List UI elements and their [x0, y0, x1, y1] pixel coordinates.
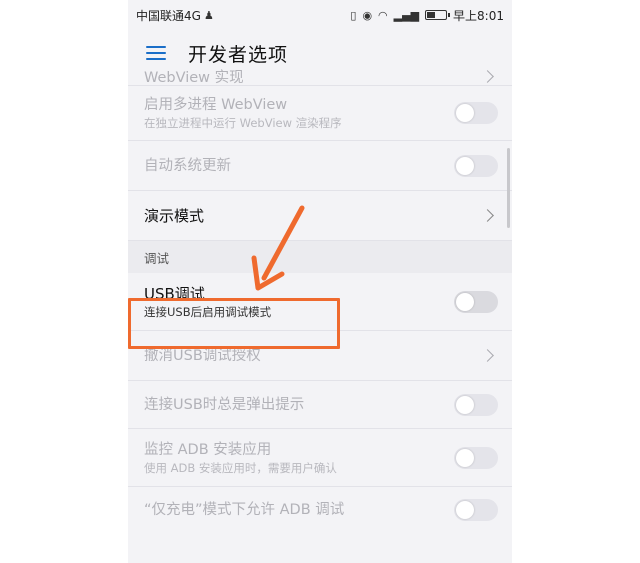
menu-icon[interactable]	[146, 45, 166, 61]
notification-icon: ♟	[203, 8, 214, 22]
adb-monitor-toggle[interactable]	[454, 446, 498, 469]
usb-prompt-toggle[interactable]	[454, 393, 498, 416]
page-title: 开发者选项	[188, 43, 289, 66]
row-charge-only-adb[interactable]: “仅充电”模式下允许 ADB 调试	[128, 487, 512, 533]
multiprocess-toggle[interactable]	[454, 102, 498, 124]
auto-update-toggle[interactable]	[454, 154, 498, 177]
row-subtitle: 使用 ADB 安装应用时，需要用户确认	[144, 460, 337, 475]
row-subtitle: 在独立进程中运行 WebView 渲染程序	[144, 116, 342, 130]
section-header-debug: 调试	[128, 241, 512, 273]
row-title: 连接USB时总是弹出提示	[144, 396, 305, 413]
row-title: 监控 ADB 安装应用	[144, 441, 272, 458]
row-title: WebView 实现	[144, 70, 244, 86]
usb-debugging-toggle[interactable]	[454, 290, 498, 313]
row-title: “仅充电”模式下允许 ADB 调试	[144, 502, 345, 518]
annotation-highlight-box	[128, 298, 340, 349]
chevron-right-icon	[481, 349, 494, 362]
scrollbar[interactable]	[507, 148, 510, 228]
row-auto-update[interactable]: 自动系统更新	[128, 141, 512, 191]
row-usb-prompt[interactable]: 连接USB时总是弹出提示	[128, 381, 512, 429]
vibrate-icon: ▯	[350, 8, 357, 22]
row-webview-impl[interactable]: WebView 实现	[128, 66, 512, 86]
chevron-right-icon	[481, 70, 494, 83]
row-title: 自动系统更新	[144, 157, 231, 174]
row-adb-install-monitor[interactable]: 监控 ADB 安装应用 使用 ADB 安装应用时，需要用户确认	[128, 429, 512, 487]
row-multiprocess-webview[interactable]: 启用多进程 WebView 在独立进程中运行 WebView 渲染程序	[128, 86, 512, 141]
chevron-right-icon	[481, 209, 494, 222]
carrier-label: 中国联通4G	[136, 8, 201, 23]
battery-level	[427, 12, 435, 18]
signal-icon: ▂▄▆	[393, 8, 420, 22]
row-title: 演示模式	[144, 206, 205, 225]
charge-only-adb-toggle[interactable]	[454, 499, 498, 521]
battery-icon	[425, 10, 451, 20]
wifi-icon: ◠	[378, 8, 388, 22]
row-demo-mode[interactable]: 演示模式	[128, 191, 512, 241]
clock: 早上8:01	[453, 8, 504, 23]
status-bar: 中国联通4G ♟ ▯ ◉ ◠ ▂▄▆ 早上8:01	[128, 0, 512, 30]
phone-screen: 中国联通4G ♟ ▯ ◉ ◠ ▂▄▆ 早上8:01 开发者选项 WebView …	[128, 0, 512, 563]
row-title: 启用多进程 WebView	[144, 97, 288, 113]
eye-icon: ◉	[362, 8, 373, 22]
